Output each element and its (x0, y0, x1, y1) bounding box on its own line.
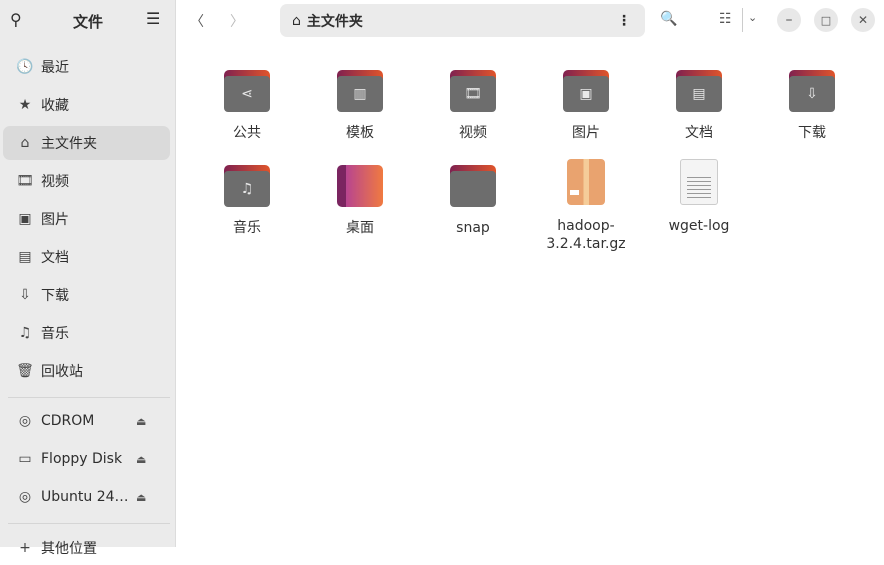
more-options-icon[interactable]: ⋮ (617, 13, 631, 29)
sidebar-item[interactable]: ★ 收藏 (3, 88, 170, 122)
file-item[interactable]: ▤ 文档 (644, 70, 754, 142)
file-label: wget-log (668, 218, 730, 234)
sidebar-item[interactable]: ⌂ 主文件夹 (3, 126, 170, 160)
file-item[interactable]: wget-log (644, 159, 754, 235)
eject-icon[interactable]: ⏏ (136, 491, 146, 504)
sidebar-item-label: Ubuntu 24… (41, 489, 129, 505)
sidebar-item-label: 视频 (41, 174, 69, 190)
music-icon: ♫ (18, 325, 32, 341)
sidebar-item[interactable]: ⇩ 下载 (3, 278, 170, 312)
file-item[interactable]: ♫ 音乐 (192, 165, 302, 237)
file-item[interactable]: ▥ 模板 (305, 70, 415, 142)
folder-icon: ▣ (563, 70, 609, 112)
download-icon: ⇩ (19, 287, 31, 303)
sidebar-item[interactable]: ▣ 图片 (3, 202, 170, 236)
sidebar-device[interactable]: ◎ CDROM ⏏ (3, 404, 170, 438)
folder-icon: ⋖ (224, 70, 270, 112)
eject-icon[interactable]: ⏏ (136, 415, 146, 428)
file-label: 图片 (572, 125, 600, 141)
folder-icon: ▥ (337, 70, 383, 112)
close-button[interactable]: ✕ (851, 8, 875, 32)
file-item[interactable]: 🎞 视频 (418, 70, 528, 142)
sidebar-item[interactable]: 🗑 回收站 (3, 354, 170, 388)
divider (742, 8, 743, 32)
sidebar-item-label: 回收站 (41, 364, 83, 380)
document-icon: ▤ (18, 249, 32, 265)
sidebar-item-label: Floppy Disk (41, 451, 123, 467)
forward-button[interactable]: 〉 (230, 11, 244, 31)
sidebar-item-label: 音乐 (41, 326, 69, 342)
file-label: 文档 (685, 125, 713, 141)
eject-icon[interactable]: ⏏ (136, 453, 146, 466)
divider (8, 523, 170, 524)
home-icon: ⌂ (292, 12, 301, 29)
archive-icon (567, 159, 605, 205)
disc-icon: ◎ (18, 489, 32, 505)
sidebar-header: ⚲ 文件 ☰ (0, 0, 176, 40)
search-folder-button[interactable]: 🔍 (660, 11, 677, 27)
sidebar-item-label: 图片 (41, 212, 69, 228)
file-item[interactable]: 桌面 (305, 165, 415, 237)
sidebar-item-label: 主文件夹 (41, 136, 97, 152)
file-label: 模板 (346, 125, 374, 141)
home-icon: ⌂ (20, 135, 30, 151)
sidebar-item[interactable]: 🎞 视频 (3, 164, 170, 198)
view-options-chevron-down-icon[interactable]: ⌄ (748, 11, 757, 24)
header-bar: 〈 〉 ⌂ 主文件夹 ⋮ 🔍 ☷ ⌄ – □ ✕ (176, 0, 884, 42)
folder-icon: ♫ (224, 165, 270, 207)
sidebar-item-label: 最近 (41, 60, 69, 76)
folder-icon: 🎞 (450, 70, 496, 112)
file-label: 桌面 (346, 220, 374, 236)
sidebar-item-label: 其他位置 (41, 541, 97, 557)
clock-icon: 🕓 (16, 59, 34, 75)
maximize-button[interactable]: □ (814, 8, 838, 32)
plus-icon: + (19, 540, 31, 556)
sidebar-device[interactable]: ▭ Floppy Disk ⏏ (3, 442, 170, 476)
sidebar-item[interactable]: 🕓 最近 (3, 50, 170, 84)
video-icon: 🎞 (16, 173, 34, 189)
location-bar[interactable]: ⌂ 主文件夹 ⋮ (280, 4, 645, 37)
list-view-button[interactable]: ☷ (719, 11, 732, 27)
sidebar-device[interactable]: ◎ Ubuntu 24… ⏏ (3, 480, 170, 514)
minimize-button[interactable]: – (777, 8, 801, 32)
trash-icon: 🗑 (16, 363, 34, 379)
file-label: 下载 (798, 125, 826, 141)
file-item[interactable]: ⋖ 公共 (192, 70, 302, 142)
desktop-folder-icon (337, 165, 383, 207)
file-item[interactable]: ⇩ 下载 (757, 70, 867, 142)
folder-icon (450, 165, 496, 207)
file-label: 公共 (233, 125, 261, 141)
file-label: hadoop-3.2.4.tar.gz (546, 218, 626, 252)
image-icon: ▣ (18, 211, 32, 227)
path-label: 主文件夹 (306, 13, 363, 30)
file-label: snap (456, 220, 490, 236)
disc-icon: ◎ (18, 413, 32, 429)
folder-icon: ⇩ (789, 70, 835, 112)
text-file-icon (680, 159, 718, 205)
file-item[interactable]: hadoop-3.2.4.tar.gz (531, 159, 641, 253)
sidebar: ⚲ 文件 ☰ + 其他位置 🕓 最近 ★ 收藏 ⌂ 主文件夹 🎞 视频 ▣ 图片 ▤ 文档 ⇩ 下载 ♫ 音乐… (0, 0, 176, 557)
file-item[interactable]: snap (418, 165, 528, 237)
sidebar-item-label: 下载 (41, 288, 69, 304)
sidebar-item[interactable]: ♫ 音乐 (3, 316, 170, 350)
hamburger-menu-icon[interactable]: ☰ (146, 9, 160, 28)
file-label: 音乐 (233, 220, 261, 236)
file-item[interactable]: ▣ 图片 (531, 70, 641, 142)
sidebar-item-label: 收藏 (41, 98, 69, 114)
star-icon: ★ (18, 97, 32, 113)
back-button[interactable]: 〈 (190, 11, 204, 31)
file-label: 视频 (459, 125, 487, 141)
sidebar-item-label: 文档 (41, 250, 69, 266)
sidebar-item-other-locations[interactable]: + 其他位置 (3, 531, 170, 565)
folder-icon: ▤ (676, 70, 722, 112)
sidebar-item[interactable]: ▤ 文档 (3, 240, 170, 274)
floppy-icon: ▭ (18, 451, 32, 467)
divider (8, 397, 170, 398)
sidebar-item-label: CDROM (41, 413, 95, 429)
